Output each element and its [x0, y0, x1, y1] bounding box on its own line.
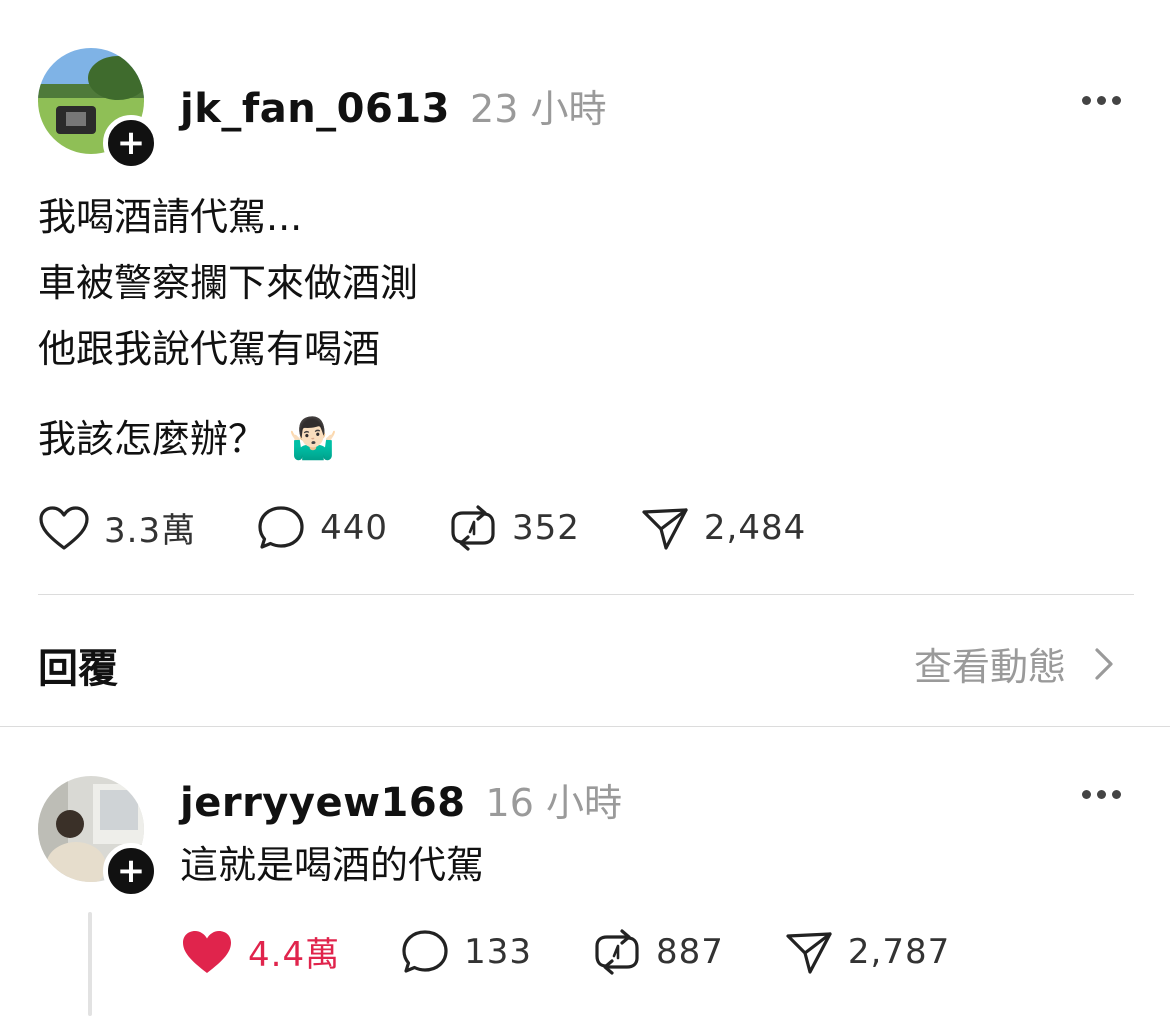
- view-activity-label: 查看動態: [913, 645, 1066, 689]
- send-icon: [786, 931, 832, 974]
- reply-time: 16 小時: [485, 781, 622, 825]
- repost-button[interactable]: 352: [448, 504, 580, 552]
- post-line: 我喝酒請代駕...: [38, 195, 303, 239]
- share-button[interactable]: 2,484: [640, 504, 806, 552]
- post-actions: 3.3萬 440 352 2,484: [38, 503, 866, 552]
- repost-icon: [595, 928, 639, 975]
- reply-actions: 4.4萬 133 887 2,787: [180, 927, 1010, 976]
- reply-text: 這就是喝酒的代駕: [180, 843, 485, 887]
- comment-count: 133: [464, 931, 532, 972]
- repost-count: 352: [511, 507, 580, 548]
- repost-icon: [451, 504, 495, 551]
- post-username[interactable]: jk_fan_0613: [180, 86, 450, 132]
- post-line: 他跟我說代駕有喝酒: [38, 327, 381, 371]
- comment-count: 440: [320, 507, 388, 548]
- view-activity-link[interactable]: 查看動態: [914, 636, 1118, 691]
- heart-filled-icon: [183, 930, 231, 973]
- more-options-icon[interactable]: [1082, 96, 1121, 105]
- share-count: 2,484: [703, 507, 807, 548]
- post-question: 我該怎麼辦？: [38, 417, 267, 461]
- like-count: 3.3萬: [104, 511, 197, 551]
- comment-button[interactable]: 133: [400, 928, 532, 976]
- more-options-icon[interactable]: [1082, 790, 1121, 799]
- share-count: 2,787: [847, 931, 951, 972]
- divider: [0, 726, 1170, 727]
- repost-count: 887: [655, 931, 724, 972]
- like-button[interactable]: 3.3萬: [38, 503, 196, 552]
- repost-button[interactable]: 887: [592, 928, 724, 976]
- replies-title: 回覆: [38, 646, 118, 692]
- post-time: 23 小時: [470, 87, 607, 131]
- reply-header: jerryyew168 16 小時: [180, 772, 622, 827]
- send-icon: [642, 507, 688, 550]
- comment-button[interactable]: 440: [256, 504, 388, 552]
- follow-plus-icon[interactable]: +: [103, 115, 159, 171]
- post-header: jk_fan_0613 23 小時: [180, 78, 606, 133]
- shrug-emoji: 🤷🏻‍♂️: [288, 416, 338, 462]
- like-count: 4.4萬: [248, 935, 341, 975]
- divider: [38, 594, 1134, 595]
- share-button[interactable]: 2,787: [784, 928, 950, 976]
- post-line: 車被警察攔下來做酒測: [38, 261, 419, 305]
- comment-icon: [258, 505, 304, 549]
- post-body: 我喝酒請代駕... 車被警察攔下來做酒測 他跟我說代駕有喝酒 我該怎麼辦？ 🤷🏻…: [38, 184, 418, 472]
- heart-icon: [39, 505, 89, 550]
- like-button[interactable]: 4.4萬: [180, 927, 340, 976]
- reply-username[interactable]: jerryyew168: [180, 780, 466, 826]
- thread-line: [88, 912, 92, 1016]
- chevron-right-icon: [1095, 647, 1113, 680]
- post-question-line: 我該怎麼辦？ 🤷🏻‍♂️: [38, 406, 418, 472]
- comment-icon: [402, 929, 448, 973]
- follow-plus-icon[interactable]: +: [103, 843, 159, 899]
